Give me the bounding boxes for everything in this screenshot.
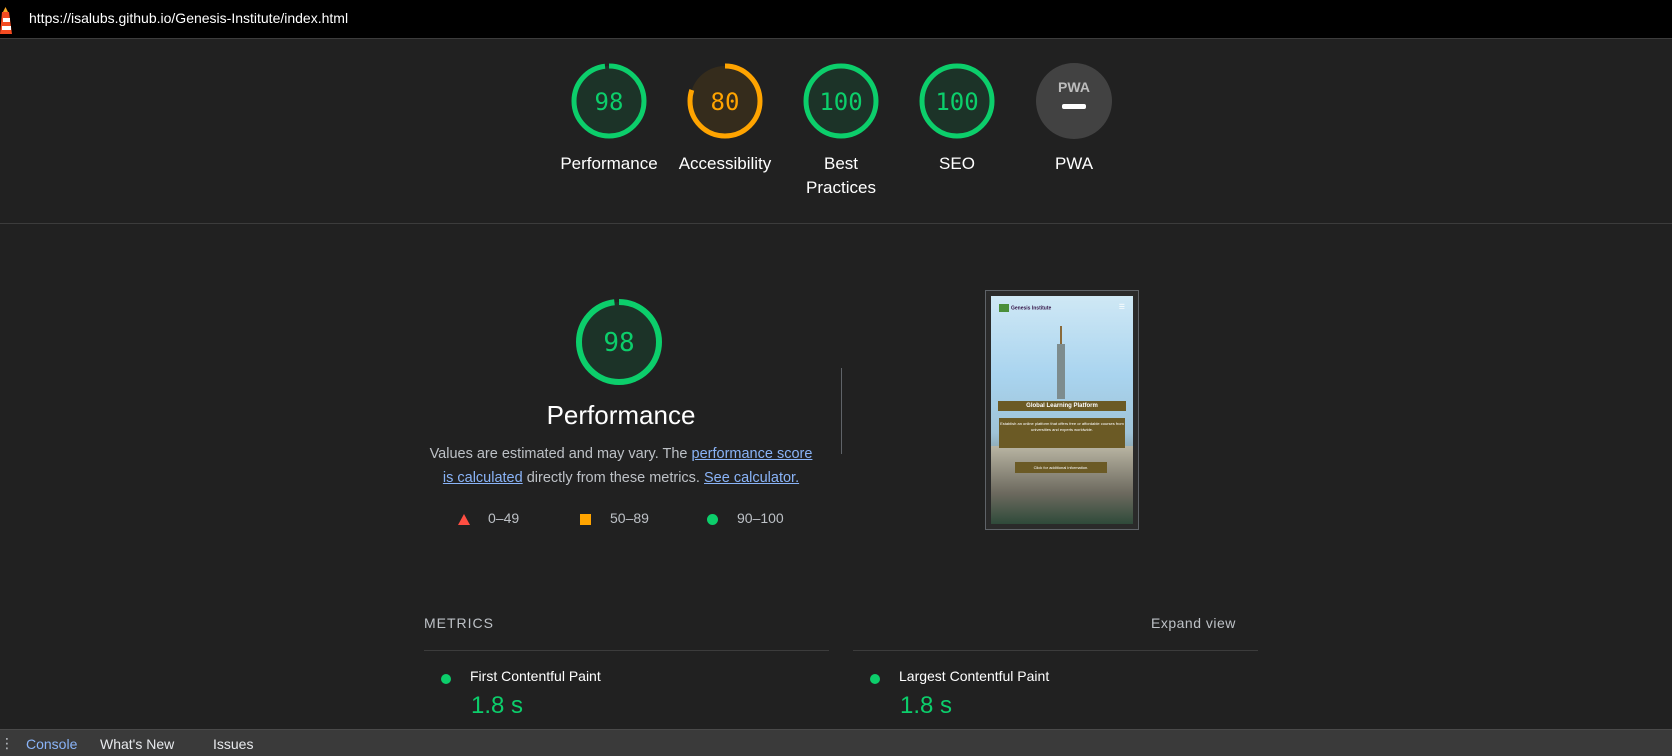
gauge-score: 100 [935,88,978,116]
gauge-best-practices[interactable]: 100 Best Practices [785,62,897,200]
tab-issues[interactable]: Issues [213,736,253,752]
vertical-divider [841,368,842,454]
triangle-icon [458,514,470,525]
building-image [991,446,1133,524]
report-url[interactable]: https://isalubs.github.io/Genesis-Instit… [29,10,348,26]
gauge-label: Performance [560,154,658,173]
screenshot-brand: Genesis Institute [999,304,1051,312]
gauge-accessibility[interactable]: 80 Accessibility [669,62,781,176]
tab-console[interactable]: Console [26,736,77,752]
gauge-ring: 80 [687,63,763,139]
svg-text:PWA: PWA [1058,79,1090,95]
gauge-label: Accessibility [678,154,772,173]
gauge-score: 100 [819,88,862,116]
tab-whats-new[interactable]: What's New [100,736,174,752]
screenshot-paragraph: Establish an online platform that offers… [999,418,1125,448]
metrics-heading: METRICS [424,615,494,631]
gauge-pwa[interactable]: PWA PWA [1018,62,1130,176]
gauge-ring: 100 [803,63,879,139]
gauge-score: 98 [595,88,624,116]
square-icon [580,514,591,525]
metric-value: 1.8 s [471,692,524,719]
more-options-icon[interactable]: ⋮ [0,736,14,750]
gauge-ring: 100 [919,63,995,139]
gauge-label: Best Practices [806,154,876,197]
gauge-label: SEO [939,154,975,173]
screenshot-image: Genesis Institute ☰ Global Learning Plat… [991,296,1133,524]
gauge-ring: 98 [571,63,647,139]
pass-circle-icon [870,674,880,684]
gauge-score: 80 [711,88,740,116]
performance-description: Values are estimated and may vary. The p… [429,446,813,486]
gauge-performance[interactable]: 98 Performance [553,62,665,176]
lighthouse-icon [0,7,12,34]
metric-value: 1.8 s [900,692,953,719]
score-gauges: 98 Performance 80 Accessibility 100 Best… [0,38,1672,223]
screenshot-button: Click for additional information. [1015,462,1107,473]
gauge-label: PWA [1054,154,1094,173]
final-screenshot[interactable]: Genesis Institute ☰ Global Learning Plat… [985,290,1139,530]
performance-title: Performance [546,400,696,430]
pass-circle-icon [441,674,451,684]
gauge-seo[interactable]: 100 SEO [901,62,1013,176]
performance-gauge: 98 [576,299,662,385]
screenshot-heading: Global Learning Platform [998,401,1126,411]
metrics-divider [853,650,1258,651]
circle-icon [707,514,718,525]
pwa-icon: PWA [1036,63,1112,139]
url-bar: https://isalubs.github.io/Genesis-Instit… [0,0,1672,39]
devtools-drawer: ⋮ Console What's New Issues [0,729,1672,756]
see-calculator-link[interactable]: See calculator. [704,470,799,486]
performance-score: 98 [603,328,634,358]
hamburger-icon: ☰ [1118,304,1125,311]
section-divider [0,223,1672,224]
expand-view-button[interactable]: Expand view [1151,615,1236,631]
metrics-divider [424,650,829,651]
